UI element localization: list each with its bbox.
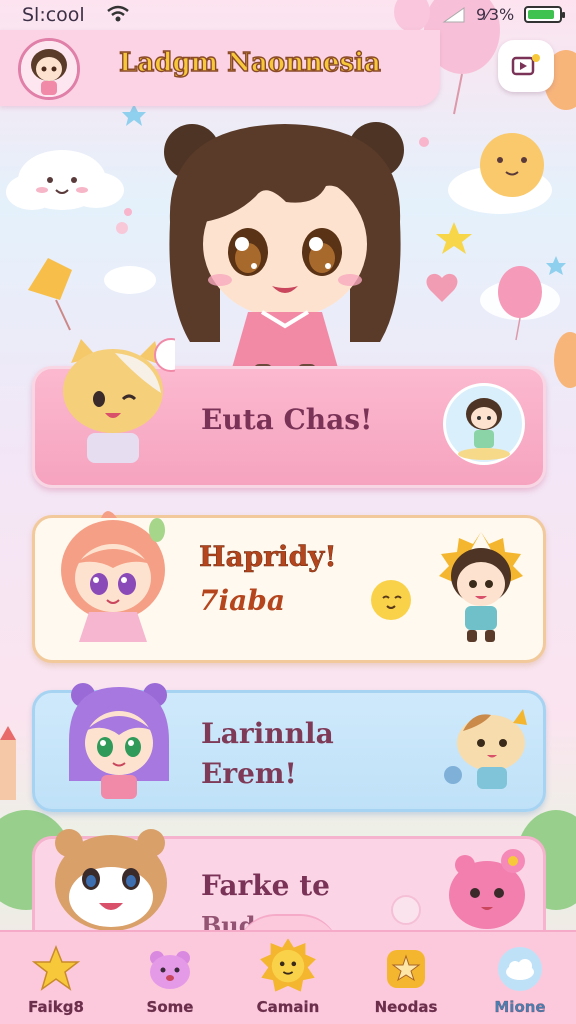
star-icon: [31, 944, 81, 991]
badge-star-icon: [387, 950, 425, 988]
battery-icon: [524, 6, 565, 23]
card-title: Hapridy!: [199, 540, 337, 574]
sun-face-decoration: [480, 133, 544, 197]
nav-item-some[interactable]: Some: [120, 932, 220, 1024]
nav-item-faikg8[interactable]: Faikg8: [6, 932, 106, 1024]
sun-face-icon: [371, 580, 411, 620]
nav-item-neodas[interactable]: Neodas: [356, 932, 456, 1024]
card-thumbnail[interactable]: [443, 383, 525, 465]
cloud-icon: [498, 947, 542, 991]
bubble-decoration: [391, 895, 421, 925]
card-title: Euta Chas!: [201, 403, 373, 436]
girl-character-icon: [61, 511, 165, 642]
list-item[interactable]: Euta Chas!: [32, 338, 546, 488]
battery-percentage: 9⁄3%: [476, 5, 515, 24]
purple-hair-character-icon: [69, 683, 169, 799]
heart-decoration: [426, 273, 458, 302]
fox-character-icon: [55, 829, 167, 931]
nav-label: Faikg8: [28, 998, 84, 1016]
list-item[interactable]: Larinnla Erem!: [32, 683, 546, 812]
page-title: Ladgm Naonnesia: [118, 47, 381, 78]
card-title: Larinnla: [201, 717, 334, 750]
video-button[interactable]: [498, 40, 554, 92]
nav-label: Some: [146, 998, 194, 1016]
avatar-character-icon: [21, 41, 77, 97]
pink-bunny-character-icon: [449, 849, 525, 929]
nav-item-mione[interactable]: Mione: [470, 932, 570, 1024]
video-camera-icon: [511, 54, 540, 76]
card-title: Farke te: [201, 869, 330, 902]
mini-character-icon: [458, 398, 510, 460]
hamster-character-icon: [444, 709, 527, 789]
status-bar: Sl:cool 9⁄3%: [0, 0, 576, 30]
bear-icon: [150, 951, 190, 989]
cat-character-icon: [63, 338, 175, 463]
list-item[interactable]: Hapridy! 7iaba: [32, 511, 546, 663]
hero-character: [164, 122, 404, 388]
boy-character-icon: [439, 532, 523, 642]
nav-item-camain[interactable]: Camain: [238, 932, 338, 1024]
star-decoration: [436, 222, 472, 254]
kite-decoration: [28, 258, 72, 300]
avatar[interactable]: [18, 38, 80, 100]
app-header: Ladgm Naonnesia: [0, 30, 440, 106]
cloud-face-decoration: [6, 150, 124, 210]
nav-label: Camain: [256, 998, 320, 1016]
signal-icon: [442, 7, 465, 23]
card-subtitle: Erem!: [201, 757, 297, 790]
wifi-icon: [107, 5, 129, 22]
sun-cat-icon: [260, 938, 316, 992]
card-subtitle: 7iaba: [199, 584, 285, 617]
status-carrier: Sl:cool: [22, 4, 85, 26]
nav-label: Mione: [494, 998, 546, 1016]
bottom-nav: Faikg8 Some Camain Neodas Mione: [0, 930, 576, 1024]
nav-label: Neodas: [374, 998, 438, 1016]
